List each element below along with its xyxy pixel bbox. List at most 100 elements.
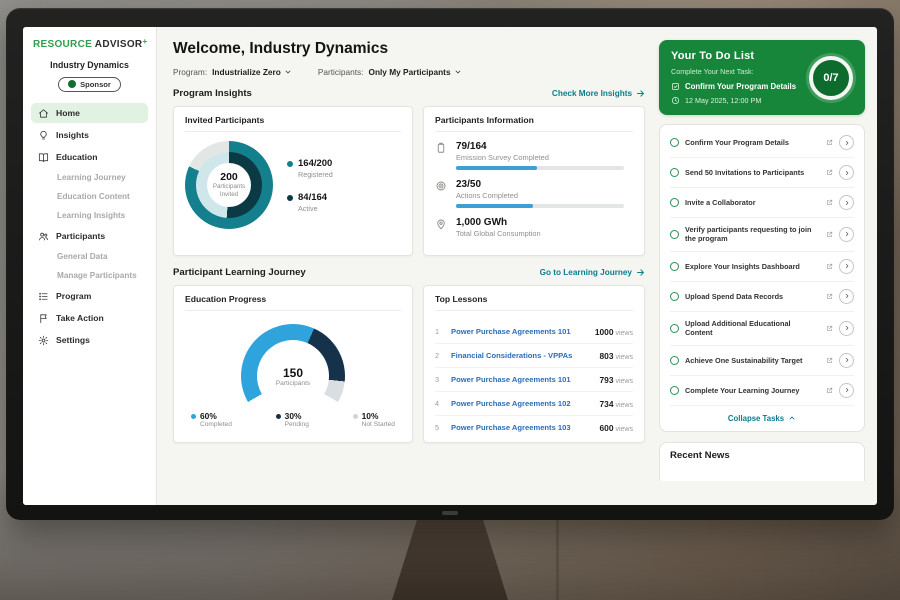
lesson-views: 803 <box>600 351 614 361</box>
sidebar-item-take-action[interactable]: Take Action <box>31 308 148 328</box>
legend-label: Completed <box>200 421 232 428</box>
sidebar-item-insights[interactable]: Insights <box>31 125 148 145</box>
sidebar-item-program[interactable]: Program <box>31 286 148 306</box>
chevron-right-icon <box>844 200 850 206</box>
task-checkbox[interactable] <box>670 230 679 239</box>
task-checkbox[interactable] <box>670 324 679 333</box>
lesson-link[interactable]: Power Purchase Agreements 103 <box>451 423 592 432</box>
todo-progress-ring: 0/7 <box>809 56 853 100</box>
sidebar-item-settings[interactable]: Settings <box>31 330 148 350</box>
legend-value: 60% <box>200 411 232 421</box>
task-open-button[interactable] <box>839 383 854 398</box>
lesson-link[interactable]: Power Purchase Agreements 102 <box>451 399 592 408</box>
lesson-row: 5 Power Purchase Agreements 103 600views <box>435 416 633 439</box>
task-open-button[interactable] <box>839 227 854 242</box>
sidebar-item-learning-journey[interactable]: Learning Journey <box>31 169 148 186</box>
content-area: Welcome, Industry Dynamics Program: Indu… <box>157 27 877 505</box>
legend-item: 10% Not Started <box>353 411 395 428</box>
next-task-due: 12 May 2025, 12:00 PM <box>685 96 761 105</box>
program-filter-value: Industrialize Zero <box>212 67 281 77</box>
check-more-insights-link[interactable]: Check More Insights <box>552 89 645 98</box>
sidebar-item-education-content[interactable]: Education Content <box>31 188 148 205</box>
program-filter-label: Program: <box>173 67 207 77</box>
legend-value: 164/200 <box>298 158 333 169</box>
lesson-link[interactable]: Financial Considerations - VPPAs <box>451 351 592 360</box>
task-checkbox[interactable] <box>670 292 679 301</box>
stat-value: 1,000 GWh <box>456 217 541 228</box>
legend-value: 84/164 <box>298 192 327 203</box>
task-open-button[interactable] <box>839 165 854 180</box>
task-row-send-invitations[interactable]: Send 50 Invitations to Participants <box>670 158 854 188</box>
legend-dot-registered <box>287 161 293 167</box>
sponsor-badge[interactable]: Sponsor <box>58 77 121 92</box>
task-open-button[interactable] <box>839 259 854 274</box>
sidebar-item-education[interactable]: Education <box>31 147 148 167</box>
insights-cards-row: Invited Participants 200 Participants In… <box>173 106 645 256</box>
sidebar-item-participants[interactable]: Participants <box>31 226 148 246</box>
collapse-tasks-link[interactable]: Collapse Tasks <box>670 406 854 431</box>
page-title: Welcome, Industry Dynamics <box>173 40 645 58</box>
task-row-upload-spend-data[interactable]: Upload Spend Data Records <box>670 282 854 312</box>
next-task-row[interactable]: Confirm Your Program Details <box>671 82 799 91</box>
task-checkbox[interactable] <box>670 198 679 207</box>
task-label: Confirm Your Program Details <box>685 138 820 147</box>
collapse-label: Collapse Tasks <box>728 414 784 423</box>
task-row-verify-participants[interactable]: Verify participants requesting to join t… <box>670 218 854 252</box>
task-open-button[interactable] <box>839 195 854 210</box>
task-checkbox[interactable] <box>670 262 679 271</box>
sidebar-item-manage-participants[interactable]: Manage Participants <box>31 267 148 284</box>
participants-information-card: Participants Information 79/164 Emission… <box>423 106 645 256</box>
task-open-button[interactable] <box>839 289 854 304</box>
progress-fill <box>456 204 533 208</box>
invited-legend: 164/200 Registered 84/164 Active <box>287 158 333 213</box>
section-title: Participant Learning Journey <box>173 267 306 278</box>
sidebar-item-home[interactable]: Home <box>31 103 148 123</box>
legend-dot-pending <box>276 414 281 419</box>
legend-item: 84/164 Active <box>287 192 333 213</box>
task-row-confirm-program[interactable]: Confirm Your Program Details <box>670 128 854 158</box>
legend-dot-completed <box>191 414 196 419</box>
task-open-button[interactable] <box>839 321 854 336</box>
external-link-icon <box>826 231 833 238</box>
participants-filter-value: Only My Participants <box>368 67 450 77</box>
clock-icon <box>671 96 680 105</box>
program-filter[interactable]: Program: Industrialize Zero <box>173 67 292 77</box>
lesson-link[interactable]: Power Purchase Agreements 101 <box>451 327 587 336</box>
sidebar-item-learning-insights[interactable]: Learning Insights <box>31 207 148 224</box>
chevron-right-icon <box>844 263 850 269</box>
views-word: views <box>615 354 633 361</box>
participants-filter[interactable]: Participants: Only My Participants <box>318 67 462 77</box>
task-open-button[interactable] <box>839 353 854 368</box>
legend-value: 30% <box>285 411 309 421</box>
task-open-button[interactable] <box>839 135 854 150</box>
bulb-icon <box>38 130 49 141</box>
sidebar-item-label: Participants <box>56 231 105 241</box>
brand-advisor: ADVISOR <box>95 39 143 50</box>
task-row-explore-insights[interactable]: Explore Your Insights Dashboard <box>670 252 854 282</box>
task-checkbox[interactable] <box>670 356 679 365</box>
sidebar-item-label: Learning Journey <box>57 173 126 182</box>
views-word: views <box>615 378 633 385</box>
lesson-row: 2 Financial Considerations - VPPAs 803vi… <box>435 344 633 368</box>
task-row-invite-collaborator[interactable]: Invite a Collaborator <box>670 188 854 218</box>
legend-label: Registered <box>298 170 333 179</box>
sidebar-item-general-data[interactable]: General Data <box>31 248 148 265</box>
lesson-link[interactable]: Power Purchase Agreements 101 <box>451 375 592 384</box>
task-row-upload-educational-content[interactable]: Upload Additional Educational Content <box>670 312 854 346</box>
task-checkbox[interactable] <box>670 168 679 177</box>
lesson-views: 793 <box>600 375 614 385</box>
task-checkbox[interactable] <box>670 138 679 147</box>
learning-cards-row: Education Progress 150 Participants <box>173 285 645 443</box>
task-checkbox[interactable] <box>670 386 679 395</box>
views-word: views <box>615 426 633 433</box>
section-title: Program Insights <box>173 88 252 99</box>
external-link-icon <box>826 325 833 332</box>
donut-center-value: 200 <box>220 171 238 183</box>
org-block: Industry Dynamics Sponsor <box>31 60 148 93</box>
chevron-up-icon <box>788 414 796 422</box>
clipboard-icon <box>435 142 447 154</box>
task-row-complete-learning-journey[interactable]: Complete Your Learning Journey <box>670 376 854 406</box>
go-to-learning-journey-link[interactable]: Go to Learning Journey <box>540 268 645 277</box>
task-row-achieve-target[interactable]: Achieve One Sustainability Target <box>670 346 854 376</box>
task-list-card: Confirm Your Program Details Send 50 Inv… <box>659 124 865 432</box>
